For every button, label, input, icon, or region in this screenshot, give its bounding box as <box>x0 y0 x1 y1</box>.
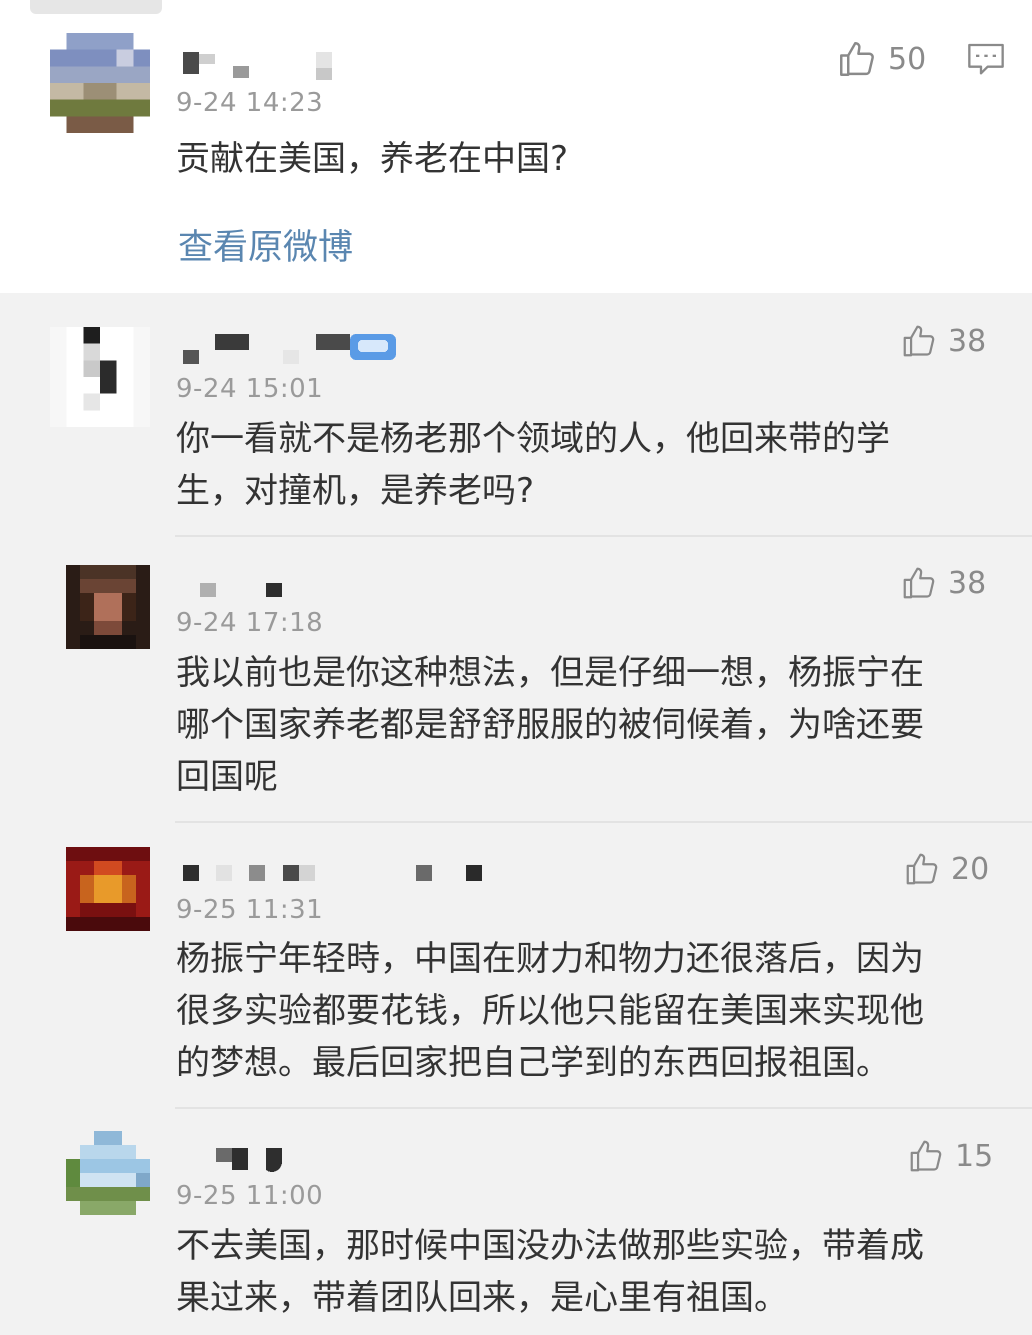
timestamp: 9-25 11:31 <box>176 895 324 925</box>
username-blurred[interactable] <box>180 1142 300 1182</box>
divider <box>175 1107 1032 1109</box>
like-count: 38 <box>948 565 987 601</box>
comment-icon[interactable] <box>966 41 1006 79</box>
username-blurred[interactable] <box>180 330 400 370</box>
reply-text-line: 的梦想。最后回家把自己学到的东西回报祖国。 <box>176 1043 890 1083</box>
timestamp: 9-24 15:01 <box>176 374 324 404</box>
avatar[interactable] <box>66 1131 150 1215</box>
like-button[interactable]: 20 <box>903 850 989 888</box>
avatar[interactable] <box>50 33 150 133</box>
comment-text: 贡献在美国，养老在中国? <box>176 139 569 179</box>
reply-text-line: 不去美国，那时候中国没办法做那些实验，带着成 <box>176 1226 924 1266</box>
like-button[interactable]: 50 <box>836 38 926 80</box>
like-count: 50 <box>888 41 927 77</box>
reply-text-line: 很多实验都要花钱，所以他只能留在美国来实现他 <box>176 991 924 1031</box>
reply-text-line: 生，对撞机，是养老吗? <box>176 471 535 511</box>
main-comment: 9-24 14:23 贡献在美国，养老在中国? 查看原微博 50 <box>0 0 1032 293</box>
divider <box>175 535 1032 537</box>
pull-handle <box>30 0 162 14</box>
timestamp: 9-24 14:23 <box>176 88 324 118</box>
like-count: 20 <box>951 851 990 887</box>
avatar[interactable] <box>66 847 150 931</box>
timestamp: 9-24 17:18 <box>176 608 324 638</box>
thumbs-up-icon <box>836 38 878 80</box>
thumbs-up-icon <box>900 322 938 360</box>
username-blurred[interactable] <box>180 48 340 88</box>
like-count: 15 <box>955 1138 994 1174</box>
username-blurred[interactable] <box>180 857 500 897</box>
avatar[interactable] <box>66 565 150 649</box>
view-original-link[interactable]: 查看原微博 <box>178 219 353 270</box>
reply-text-line: 你一看就不是杨老那个领域的人，他回来带的学 <box>176 419 890 459</box>
like-count: 38 <box>948 323 987 359</box>
timestamp: 9-25 11:00 <box>176 1181 324 1211</box>
like-button[interactable]: 15 <box>907 1137 993 1175</box>
reply-text-line: 回国呢 <box>176 757 278 797</box>
comment-feed: 9-24 14:23 贡献在美国，养老在中国? 查看原微博 50 9-24 15… <box>0 0 1032 1335</box>
thumbs-up-icon <box>903 850 941 888</box>
like-button[interactable]: 38 <box>900 322 986 360</box>
reply-text-line: 哪个国家养老都是舒舒服服的被伺候着，为啥还要 <box>176 705 924 745</box>
avatar[interactable] <box>50 327 150 427</box>
like-button[interactable]: 38 <box>900 564 986 602</box>
reply-text-line: 我以前也是你这种想法，但是仔细一想，杨振宁在 <box>176 653 924 693</box>
reply-text-line: 杨振宁年轻時，中国在财力和物力还很落后，因为 <box>176 939 924 979</box>
thumbs-up-icon <box>907 1137 945 1175</box>
thumbs-up-icon <box>900 564 938 602</box>
divider <box>175 821 1032 823</box>
reply-text-line: 果过来，带着团队回来，是心里有祖国。 <box>176 1278 788 1318</box>
